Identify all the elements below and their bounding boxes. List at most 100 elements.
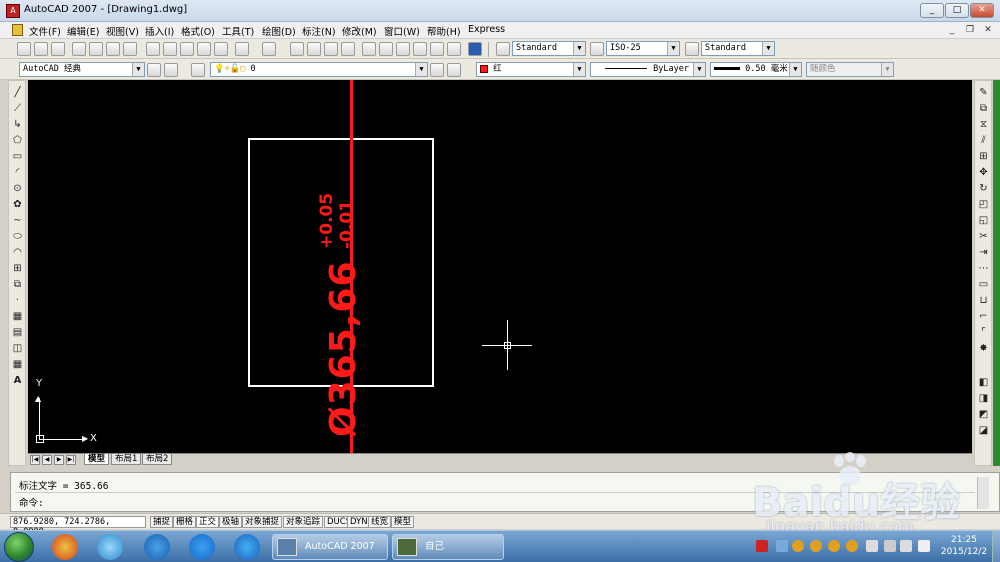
lineweight-select[interactable]: 0.50 毫米 ▼: [710, 62, 802, 77]
construction-line-icon[interactable]: ⟋: [12, 103, 23, 114]
text-style-select[interactable]: Standard ▼: [512, 41, 586, 56]
text-style-icon[interactable]: [496, 42, 510, 56]
layer-manager-icon[interactable]: [191, 63, 205, 77]
maximize-button[interactable]: □: [945, 3, 969, 18]
trim-icon[interactable]: ✂: [978, 231, 989, 242]
dim-style-select[interactable]: ISO-25 ▼: [606, 41, 680, 56]
mdi-minimize-button[interactable]: _: [944, 24, 960, 37]
zoom-realtime-icon[interactable]: [307, 42, 321, 56]
video-player-icon[interactable]: [234, 534, 260, 560]
save-icon[interactable]: [51, 42, 65, 56]
security-app-icon[interactable]: [189, 534, 215, 560]
tool-palettes-icon[interactable]: [396, 42, 410, 56]
new-icon[interactable]: [17, 42, 31, 56]
tab-prev-icon[interactable]: ◀: [42, 455, 52, 465]
extend-icon[interactable]: ⇥: [978, 247, 989, 258]
qq-icon[interactable]: [828, 540, 840, 552]
scale-icon[interactable]: ◰: [978, 199, 989, 210]
stretch-icon[interactable]: ◱: [978, 215, 989, 226]
insert-block-icon[interactable]: ⊞: [12, 263, 23, 274]
zoom-previous-icon[interactable]: [341, 42, 355, 56]
autocad-app-icon[interactable]: A: [6, 4, 20, 18]
save-workspace-icon[interactable]: [164, 63, 178, 77]
chevron-down-icon[interactable]: ▼: [415, 63, 427, 76]
cut-icon[interactable]: [146, 42, 160, 56]
open-icon[interactable]: [34, 42, 48, 56]
menu-edit[interactable]: 编辑(E): [67, 24, 99, 38]
chamfer-icon[interactable]: ⌐: [978, 311, 989, 322]
coordinate-readout[interactable]: 876.9280, 724.2786, 0.0000: [10, 516, 146, 537]
osnap-toggle[interactable]: 对象捕捉: [242, 516, 283, 528]
document-icon[interactable]: [12, 24, 23, 36]
start-button[interactable]: [4, 532, 34, 562]
pan-icon[interactable]: [290, 42, 304, 56]
minimize-button[interactable]: _: [920, 3, 944, 18]
snap-toggle[interactable]: 捕捉: [150, 516, 174, 528]
send-back-icon[interactable]: ◩: [978, 409, 989, 420]
tray-expand-icon[interactable]: [776, 540, 788, 552]
menu-dimension[interactable]: 标注(N): [302, 24, 336, 38]
linetype-select[interactable]: ByLayer ▼: [590, 62, 706, 77]
match-properties-icon[interactable]: [197, 42, 211, 56]
drawing-canvas[interactable]: Ø365,66 +0.05 -0.01 Y X ▲ ▶: [28, 80, 972, 453]
move-icon[interactable]: ✥: [978, 167, 989, 178]
menu-draw[interactable]: 绘图(D): [262, 24, 296, 38]
workspace-select[interactable]: AutoCAD 经典 ▼: [19, 62, 145, 77]
polar-toggle[interactable]: 极轴: [219, 516, 243, 528]
zoom-window-icon[interactable]: [324, 42, 338, 56]
otrack-toggle[interactable]: 对象追踪: [283, 516, 324, 528]
tab-layout1[interactable]: 布局1: [111, 454, 142, 465]
copy-object-icon[interactable]: ⧉: [978, 103, 989, 114]
taskbar-item-autocad[interactable]: AutoCAD 2007 -...: [272, 534, 388, 560]
multiline-text-icon[interactable]: A: [12, 375, 23, 386]
chevron-down-icon[interactable]: ▼: [573, 63, 585, 76]
keyboard-icon[interactable]: [866, 540, 878, 552]
chevron-down-icon[interactable]: ▼: [693, 63, 705, 76]
tab-model[interactable]: 模型: [84, 454, 110, 465]
array-icon[interactable]: ⊞: [978, 151, 989, 162]
menu-format[interactable]: 格式(O): [181, 24, 215, 38]
point-icon[interactable]: ·: [12, 295, 23, 306]
rectangle-icon[interactable]: ▭: [12, 151, 23, 162]
tab-first-icon[interactable]: |◀: [30, 455, 40, 465]
k-app-icon[interactable]: [144, 534, 170, 560]
layer-select[interactable]: 💡☀🔓▢ 0 ▼: [210, 62, 428, 77]
mdi-close-button[interactable]: ✕: [980, 24, 996, 37]
close-button[interactable]: ✕: [970, 3, 994, 18]
design-center-icon[interactable]: [379, 42, 393, 56]
ortho-toggle[interactable]: 正交: [196, 516, 220, 528]
pinned-app-icon[interactable]: [52, 534, 78, 560]
spline-icon[interactable]: ∼: [12, 215, 23, 226]
make-block-icon[interactable]: ⧉: [12, 279, 23, 290]
menu-window[interactable]: 窗口(W): [384, 24, 420, 38]
gradient-icon[interactable]: ▤: [12, 327, 23, 338]
circle-icon[interactable]: ⊙: [12, 183, 23, 194]
fillet-icon[interactable]: ⌜: [978, 327, 989, 338]
plot-preview-icon[interactable]: [89, 42, 103, 56]
table-style-select[interactable]: Standard ▼: [701, 41, 775, 56]
3d-dwf-icon[interactable]: [123, 42, 137, 56]
block-editor-icon[interactable]: [214, 42, 228, 56]
qq-icon[interactable]: [846, 540, 858, 552]
explode-icon[interactable]: ✸: [978, 343, 989, 354]
sheet-set-icon[interactable]: [413, 42, 427, 56]
hatch-icon[interactable]: ▦: [12, 311, 23, 322]
chevron-down-icon[interactable]: ▼: [573, 42, 585, 55]
paste-icon[interactable]: [180, 42, 194, 56]
publish-icon[interactable]: [106, 42, 120, 56]
color-select[interactable]: 红 ▼: [476, 62, 586, 77]
mdi-restore-button[interactable]: ❐: [962, 24, 978, 37]
undo-icon[interactable]: [235, 42, 249, 56]
flag-icon[interactable]: [884, 540, 896, 552]
ellipse-icon[interactable]: ⬭: [12, 231, 23, 242]
browser-icon[interactable]: [97, 534, 123, 560]
properties-icon[interactable]: [362, 42, 376, 56]
menu-view[interactable]: 视图(V): [106, 24, 139, 38]
break-icon[interactable]: ▭: [978, 279, 989, 290]
markup-icon[interactable]: [430, 42, 444, 56]
workspace-settings-icon[interactable]: [147, 63, 161, 77]
model-toggle[interactable]: 模型: [391, 516, 415, 528]
join-icon[interactable]: ⊔: [978, 295, 989, 306]
menu-insert[interactable]: 插入(I): [145, 24, 174, 38]
dimension-text[interactable]: Ø365,66 +0.05 -0.01: [317, 193, 367, 437]
